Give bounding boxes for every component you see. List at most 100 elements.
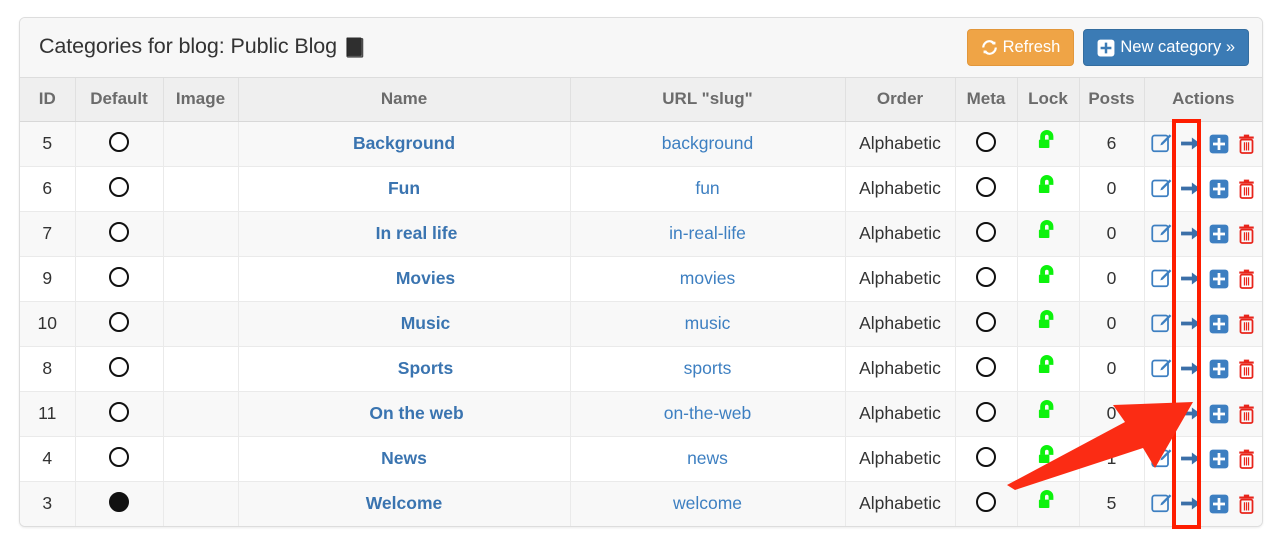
arrow-right-icon[interactable]	[1180, 178, 1201, 199]
category-slug-link[interactable]: news	[687, 448, 728, 468]
delete-icon[interactable]	[1237, 449, 1256, 469]
category-slug-link[interactable]: welcome	[673, 493, 742, 513]
default-radio[interactable]	[109, 492, 129, 513]
arrow-right-icon[interactable]	[1180, 223, 1201, 244]
table-header-row: ID Default Image Name URL "slug" Order M…	[20, 78, 1262, 122]
refresh-button[interactable]: Refresh	[966, 29, 1075, 66]
add-icon[interactable]	[1209, 179, 1229, 199]
edit-icon[interactable]	[1151, 313, 1172, 334]
unlock-icon[interactable]	[1037, 490, 1060, 512]
category-name-link[interactable]: News	[381, 448, 427, 468]
meta-radio[interactable]	[976, 267, 996, 287]
category-slug-link[interactable]: in-real-life	[669, 223, 746, 243]
column-header-order[interactable]: Order	[845, 78, 956, 122]
arrow-right-icon[interactable]	[1180, 403, 1201, 424]
delete-icon[interactable]	[1237, 314, 1256, 334]
unlock-icon[interactable]	[1037, 130, 1060, 152]
edit-icon[interactable]	[1151, 133, 1172, 154]
default-radio[interactable]	[109, 267, 129, 287]
delete-icon[interactable]	[1237, 224, 1256, 244]
column-header-image[interactable]: Image	[163, 78, 239, 122]
add-icon[interactable]	[1209, 224, 1229, 244]
meta-radio[interactable]	[976, 312, 996, 332]
arrow-right-icon[interactable]	[1180, 358, 1201, 379]
add-icon[interactable]	[1209, 494, 1229, 514]
unlock-icon[interactable]	[1037, 175, 1060, 197]
edit-icon[interactable]	[1151, 493, 1172, 514]
category-slug-link[interactable]: on-the-web	[664, 403, 752, 423]
edit-icon[interactable]	[1151, 223, 1172, 244]
table-row: 4 News news Alphabetic 1	[20, 436, 1262, 482]
category-name-link[interactable]: Sports	[398, 358, 453, 378]
cell-image	[163, 346, 239, 392]
add-icon[interactable]	[1209, 449, 1229, 469]
delete-icon[interactable]	[1237, 269, 1256, 289]
default-radio[interactable]	[109, 447, 129, 467]
meta-radio[interactable]	[976, 357, 996, 377]
arrow-right-icon[interactable]	[1180, 268, 1201, 289]
unlock-icon[interactable]	[1037, 445, 1060, 467]
edit-icon[interactable]	[1151, 403, 1172, 424]
unlock-icon[interactable]	[1037, 400, 1060, 422]
default-radio[interactable]	[109, 222, 129, 242]
add-icon[interactable]	[1209, 359, 1229, 379]
cell-posts: 0	[1079, 346, 1145, 392]
meta-radio[interactable]	[976, 492, 996, 513]
delete-icon[interactable]	[1237, 134, 1256, 154]
meta-radio[interactable]	[976, 132, 996, 152]
unlock-icon[interactable]	[1037, 355, 1060, 377]
category-name-link[interactable]: Fun	[388, 178, 420, 198]
edit-icon[interactable]	[1151, 268, 1172, 289]
edit-icon[interactable]	[1151, 178, 1172, 199]
column-header-slug[interactable]: URL "slug"	[570, 78, 846, 122]
edit-icon[interactable]	[1151, 358, 1172, 379]
meta-radio[interactable]	[976, 222, 996, 242]
default-radio[interactable]	[109, 177, 129, 197]
category-slug-link[interactable]: movies	[680, 268, 735, 288]
meta-radio[interactable]	[976, 447, 996, 467]
arrow-right-icon[interactable]	[1180, 493, 1201, 514]
column-header-actions[interactable]: Actions	[1144, 78, 1262, 122]
column-header-default[interactable]: Default	[75, 78, 164, 122]
arrow-right-icon[interactable]	[1180, 313, 1201, 334]
default-radio[interactable]	[109, 312, 129, 332]
add-icon[interactable]	[1209, 269, 1229, 289]
category-slug-link[interactable]: music	[685, 313, 731, 333]
delete-icon[interactable]	[1237, 494, 1256, 514]
delete-icon[interactable]	[1237, 359, 1256, 379]
edit-icon[interactable]	[1151, 448, 1172, 469]
add-icon[interactable]	[1209, 134, 1229, 154]
delete-icon[interactable]	[1237, 404, 1256, 424]
category-slug-link[interactable]: fun	[695, 178, 719, 198]
cell-slug: on-the-web	[570, 391, 846, 437]
category-name-link[interactable]: Movies	[396, 268, 455, 288]
category-name-link[interactable]: Music	[401, 313, 451, 333]
unlock-icon[interactable]	[1037, 265, 1060, 287]
category-name-link[interactable]: Background	[353, 133, 455, 153]
row-action-group	[1151, 178, 1257, 199]
add-icon[interactable]	[1209, 314, 1229, 334]
meta-radio[interactable]	[976, 402, 996, 422]
unlock-icon[interactable]	[1037, 220, 1060, 242]
cell-slug: welcome	[570, 481, 846, 526]
arrow-right-icon[interactable]	[1180, 133, 1201, 154]
default-radio[interactable]	[109, 357, 129, 377]
category-name-link[interactable]: Welcome	[366, 493, 443, 513]
category-name-link[interactable]: On the web	[369, 403, 463, 423]
new-category-button[interactable]: New category »	[1083, 29, 1249, 66]
arrow-right-icon[interactable]	[1180, 448, 1201, 469]
unlock-icon[interactable]	[1037, 310, 1060, 332]
category-slug-link[interactable]: background	[662, 133, 753, 153]
default-radio[interactable]	[109, 402, 129, 422]
add-icon[interactable]	[1209, 404, 1229, 424]
category-slug-link[interactable]: sports	[684, 358, 732, 378]
column-header-id[interactable]: ID	[20, 78, 76, 122]
column-header-lock[interactable]: Lock	[1017, 78, 1080, 122]
column-header-meta[interactable]: Meta	[955, 78, 1018, 122]
column-header-posts[interactable]: Posts	[1079, 78, 1145, 122]
column-header-name[interactable]: Name	[238, 78, 571, 122]
meta-radio[interactable]	[976, 177, 996, 197]
delete-icon[interactable]	[1237, 179, 1256, 199]
category-name-link[interactable]: In real life	[376, 223, 458, 243]
default-radio[interactable]	[109, 132, 129, 152]
